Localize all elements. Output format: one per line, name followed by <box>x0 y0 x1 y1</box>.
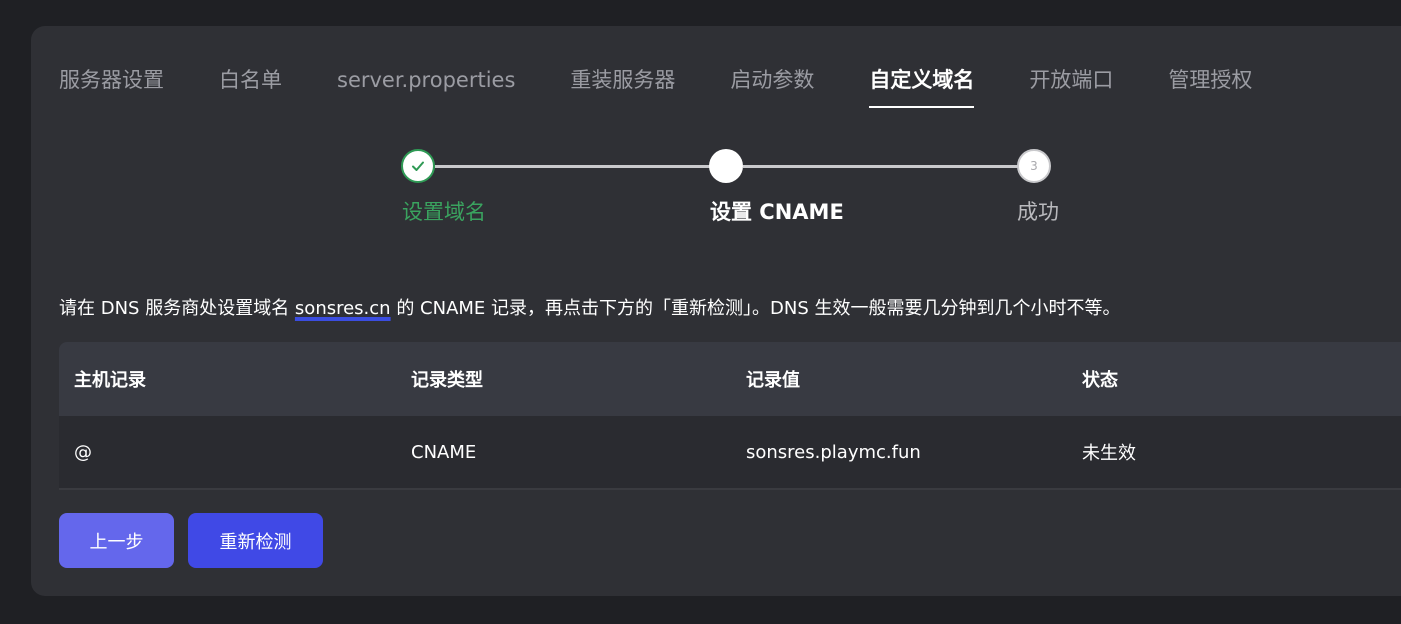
cell-host-record: @ <box>74 441 92 463</box>
cname-instructions: 请在 DNS 服务商处设置域名 sonsres.cn 的 CNAME 记录，再点… <box>59 294 1120 320</box>
dns-record-table: 主机记录 记录类型 记录值 状态 @ CNAME sonsres.playmc.… <box>59 342 1401 490</box>
tab-manage-auth[interactable]: 管理授权 <box>1168 66 1252 108</box>
recheck-button[interactable]: 重新检测 <box>188 513 323 568</box>
tab-reinstall-server[interactable]: 重装服务器 <box>570 66 675 108</box>
instructions-prefix: 请在 DNS 服务商处设置域名 <box>59 298 295 319</box>
tab-server-properties[interactable]: server.properties <box>337 66 515 108</box>
instructions-suffix: 的 CNAME 记录，再点击下方的「重新检测」。DNS 生效一般需要几分钟到几个… <box>390 298 1121 319</box>
domain-settings-panel: 服务器设置 白名单 server.properties 重装服务器 启动参数 自… <box>31 26 1401 596</box>
header-status: 状态 <box>1082 370 1118 391</box>
step-1-label: 设置域名 <box>402 200 486 224</box>
header-host-record: 主机记录 <box>74 370 146 391</box>
cell-record-value: sonsres.playmc.fun <box>746 441 921 463</box>
table-header: 主机记录 记录类型 记录值 状态 <box>59 342 1401 416</box>
step-3-indicator: 3 <box>1017 149 1051 183</box>
step-2-label: 设置 CNAME <box>710 200 844 224</box>
tab-startup-params[interactable]: 启动参数 <box>730 66 814 108</box>
step-connector-1 <box>435 165 725 168</box>
step-3-label: 成功 <box>1017 200 1059 224</box>
table-row: @ CNAME sonsres.playmc.fun 未生效 <box>59 416 1401 490</box>
step-2-indicator <box>709 149 743 183</box>
check-icon <box>412 161 424 171</box>
tab-open-ports[interactable]: 开放端口 <box>1029 66 1113 108</box>
step-1-indicator <box>401 149 435 183</box>
tab-whitelist[interactable]: 白名单 <box>219 66 282 108</box>
step-3-number: 3 <box>1030 159 1038 173</box>
cell-status: 未生效 <box>1082 443 1136 464</box>
header-record-value: 记录值 <box>746 370 800 391</box>
tab-custom-domain[interactable]: 自定义域名 <box>869 66 975 108</box>
previous-step-button[interactable]: 上一步 <box>59 513 174 568</box>
progress-steps: 3 设置域名 设置 CNAME 成功 <box>31 149 1401 229</box>
settings-tabs: 服务器设置 白名单 server.properties 重装服务器 启动参数 自… <box>59 66 1307 108</box>
cell-record-type: CNAME <box>411 441 477 463</box>
domain-name: sonsres.cn <box>294 298 391 319</box>
header-record-type: 记录类型 <box>411 370 483 391</box>
step-connector-2 <box>743 165 1033 168</box>
tab-server-settings[interactable]: 服务器设置 <box>59 66 164 108</box>
